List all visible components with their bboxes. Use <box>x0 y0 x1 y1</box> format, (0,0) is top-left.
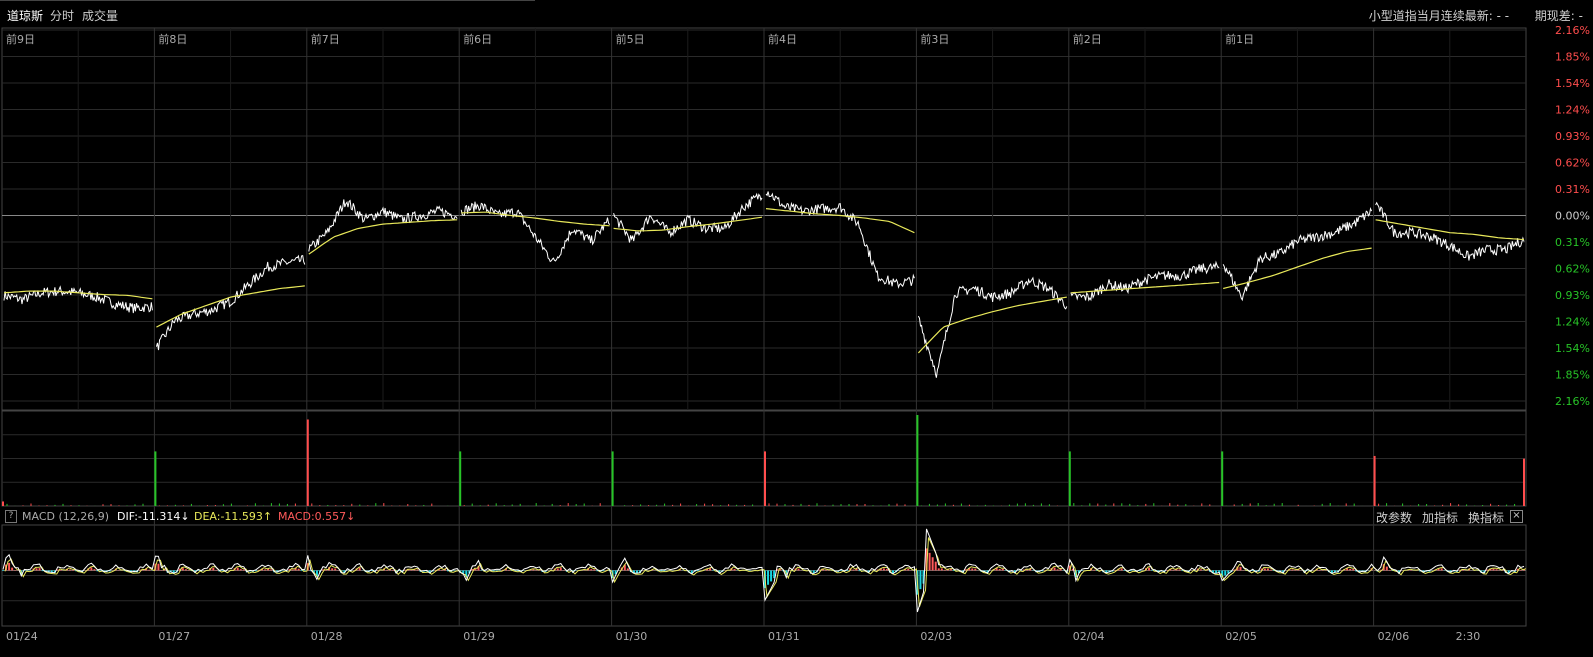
date-label: 01/31 <box>768 630 800 643</box>
price-axis-label: 0.31% <box>1555 236 1590 249</box>
price-axis-label: 1.54% <box>1555 77 1590 90</box>
day-label: 前5日 <box>616 32 645 46</box>
day-label: 前4日 <box>768 32 797 46</box>
date-label: 02/06 <box>1378 630 1410 643</box>
macd-params: (12,26,9) <box>58 510 110 523</box>
price-axis-label: 1.85% <box>1555 51 1590 64</box>
macd-title: MACD <box>22 510 55 523</box>
price-axis-label: 1.54% <box>1555 342 1590 355</box>
add-indicator-button[interactable]: 加指标 <box>1422 509 1458 526</box>
date-label: 02/05 <box>1225 630 1257 643</box>
price-axis-label: 0.62% <box>1555 263 1590 276</box>
date-label: 02/03 <box>920 630 952 643</box>
day-label: 前3日 <box>920 32 949 46</box>
day-label: 前2日 <box>1073 32 1102 46</box>
price-axis-label: 1.24% <box>1555 316 1590 329</box>
price-axis-label: 0.93% <box>1555 130 1590 143</box>
dif-value: DIF:-11.314↓ <box>117 510 190 523</box>
day-label: 前6日 <box>463 32 492 46</box>
date-label: 01/27 <box>158 630 190 643</box>
switch-indicator-button[interactable]: 换指标 <box>1468 509 1504 526</box>
price-axis-label: 0.93% <box>1555 289 1590 302</box>
date-label: 01/29 <box>463 630 495 643</box>
close-icon[interactable]: × <box>1510 510 1523 523</box>
dea-value: DEA:-11.593↑ <box>194 510 273 523</box>
macd-name: MACD (12,26,9) <box>22 510 109 523</box>
day-label: 前9日 <box>6 32 35 46</box>
price-axis-label: 2.16% <box>1555 24 1590 37</box>
day-label: 前7日 <box>311 32 340 46</box>
date-label: 01/24 <box>6 630 38 643</box>
price-axis-label: 2.16% <box>1555 395 1590 408</box>
macd-indicator-bar: ? MACD (12,26,9) DIF:-11.314↓ DEA:-11.59… <box>0 509 1526 525</box>
day-label: 前1日 <box>1225 32 1254 46</box>
price-axis-label: 1.24% <box>1555 104 1590 117</box>
day-label: 前8日 <box>158 32 187 46</box>
price-axis-label: 0.00% <box>1555 210 1590 223</box>
date-label: 02/04 <box>1073 630 1105 643</box>
date-label: 2:30 <box>1456 630 1481 643</box>
intraday-chart[interactable]: 2.16% 1.85% 1.54% 1.24% 0.93% 0.62% 0.31% 0.00%… <box>0 0 1593 657</box>
date-label: 01/30 <box>616 630 648 643</box>
price-axis-label: 0.62% <box>1555 157 1590 170</box>
price-axis-label: 1.85% <box>1555 369 1590 382</box>
price-axis-label: 0.31% <box>1555 183 1590 196</box>
macd-value: MACD:0.557↓ <box>278 510 356 523</box>
date-label: 01/28 <box>311 630 343 643</box>
change-params-button[interactable]: 改参数 <box>1376 509 1412 526</box>
help-icon[interactable]: ? <box>5 510 17 523</box>
